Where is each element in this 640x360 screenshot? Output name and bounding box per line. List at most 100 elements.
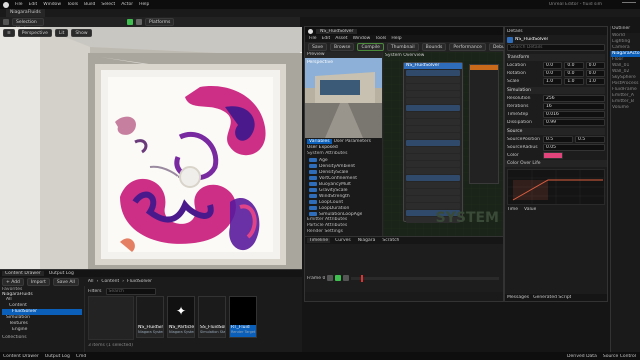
node-module-row[interactable] bbox=[406, 203, 460, 209]
detail-value-field[interactable]: 0.0 bbox=[564, 69, 584, 77]
node-module-row[interactable] bbox=[406, 196, 460, 202]
node-module-row[interactable] bbox=[406, 147, 460, 153]
project-tab[interactable]: NiagaraFluids bbox=[6, 9, 45, 17]
level-viewport[interactable]: ≡ Perspective Lit Show bbox=[0, 27, 302, 269]
detail-value-field[interactable]: 1.0 bbox=[564, 77, 584, 85]
detail-value-field[interactable]: 0.0 bbox=[585, 61, 605, 69]
breadcrumb-item[interactable]: All bbox=[88, 279, 94, 284]
niagara-thumbnail-button[interactable]: Thumbnail bbox=[386, 43, 419, 51]
menu-item-help[interactable]: Help bbox=[139, 2, 149, 7]
timeline-tab-0[interactable]: Timeline bbox=[307, 238, 331, 243]
asset-tile[interactable]: SS_FluidSolverSimulation Stage bbox=[198, 296, 226, 338]
status-left-item[interactable]: Cmd bbox=[76, 354, 86, 359]
node-module-row[interactable] bbox=[406, 154, 460, 160]
unreal-logo-icon[interactable] bbox=[3, 1, 9, 8]
breadcrumb-item[interactable]: Content bbox=[101, 279, 119, 284]
niagara-menu-tools[interactable]: Tools bbox=[375, 36, 386, 41]
curve-editor[interactable] bbox=[507, 169, 606, 205]
detail-value-field[interactable]: 0.0 bbox=[543, 61, 563, 69]
outliner-item[interactable]: Volume bbox=[611, 105, 640, 111]
asset-tile[interactable]: NS_FluidSimNiagara System bbox=[136, 296, 164, 338]
menu-item-actor[interactable]: Actor bbox=[121, 2, 133, 7]
window-controls[interactable] bbox=[622, 2, 636, 7]
viewport-lit-button[interactable]: Lit bbox=[54, 29, 69, 37]
node-module-row[interactable] bbox=[406, 161, 460, 167]
niagara-menu-help[interactable]: Help bbox=[391, 36, 401, 41]
node-module-row[interactable] bbox=[406, 98, 460, 104]
node-module-row[interactable] bbox=[406, 133, 460, 139]
niagara-menu-file[interactable]: File bbox=[309, 36, 317, 41]
stop-icon[interactable] bbox=[136, 19, 142, 25]
niagara-preview-viewport[interactable]: Perspective bbox=[305, 58, 382, 138]
status-right-item[interactable]: Source Control bbox=[603, 354, 636, 359]
node-module-row[interactable] bbox=[406, 105, 460, 111]
curve-section-title[interactable]: Color Over Life bbox=[505, 160, 607, 167]
menu-item-build[interactable]: Build bbox=[84, 2, 95, 7]
node-module-row[interactable] bbox=[406, 119, 460, 125]
node-module-row[interactable] bbox=[406, 70, 460, 76]
node-module-row[interactable] bbox=[406, 189, 460, 195]
node-module-row[interactable] bbox=[406, 84, 460, 90]
menu-item-file[interactable]: File bbox=[15, 2, 23, 7]
menu-item-tools[interactable]: Tools bbox=[67, 2, 78, 7]
detail-value-field[interactable]: 0.05 bbox=[543, 143, 605, 151]
timeline-tab-3[interactable]: Scratch bbox=[380, 238, 401, 243]
save-all-button[interactable]: Save All bbox=[52, 277, 79, 286]
menu-item-edit[interactable]: Edit bbox=[29, 2, 38, 7]
detail-value-field[interactable]: 0.5 bbox=[575, 135, 605, 143]
menu-item-select[interactable]: Select bbox=[101, 2, 115, 7]
niagara-performance-button[interactable]: Performance bbox=[449, 43, 486, 51]
graph-tab[interactable]: System Overview bbox=[385, 53, 424, 58]
emitter-node[interactable] bbox=[469, 64, 499, 184]
timeline-scrubber[interactable] bbox=[361, 274, 364, 282]
system-node[interactable]: NS_FluidSolver bbox=[403, 62, 463, 223]
tree-item[interactable]: Engine bbox=[2, 327, 82, 333]
outliner-title[interactable]: Outliner bbox=[611, 26, 640, 33]
detail-value-field[interactable]: 256 bbox=[543, 94, 605, 102]
viewport-show-button[interactable]: Show bbox=[71, 29, 92, 37]
niagara-browse-button[interactable]: Browse bbox=[330, 43, 355, 51]
details-title[interactable]: Details bbox=[507, 29, 523, 34]
timeline-tab-2[interactable]: Niagara bbox=[356, 238, 378, 243]
node-module-row[interactable] bbox=[406, 91, 460, 97]
stop-preview-icon[interactable] bbox=[343, 275, 350, 281]
import-button[interactable]: Import bbox=[26, 277, 50, 286]
detail-value-field[interactable]: 1.0 bbox=[543, 77, 563, 85]
cb-tab-0[interactable]: Content Drawer bbox=[2, 271, 44, 276]
node-module-row[interactable] bbox=[406, 126, 460, 132]
to-start-icon[interactable] bbox=[327, 275, 334, 281]
params-tab-user[interactable]: User Parameters bbox=[334, 139, 371, 144]
node-module-row[interactable] bbox=[406, 140, 460, 146]
node-module-row[interactable] bbox=[406, 175, 460, 181]
node-module-row[interactable] bbox=[406, 182, 460, 188]
timeline-tab-1[interactable]: Curves bbox=[333, 238, 353, 243]
breadcrumb-item[interactable]: FluidSolver bbox=[127, 279, 152, 284]
detail-value-field[interactable]: 0.0 bbox=[564, 61, 584, 69]
node-module-row[interactable] bbox=[406, 168, 460, 174]
status-left-item[interactable]: Output Log bbox=[45, 354, 70, 359]
niagara-menu-asset[interactable]: Asset bbox=[335, 36, 347, 41]
detail-value-field[interactable]: 0.99 bbox=[543, 118, 605, 126]
status-left-item[interactable]: Content Drawer bbox=[3, 354, 39, 359]
niagara-menu-edit[interactable]: Edit bbox=[322, 36, 331, 41]
niagara-compile-button[interactable]: Compile bbox=[357, 43, 384, 51]
detail-value-field[interactable]: 0.5 bbox=[543, 135, 573, 143]
detail-section-header[interactable]: Source bbox=[507, 128, 605, 135]
detail-value-field[interactable]: 0.0 bbox=[543, 69, 563, 77]
detail-section-header[interactable]: Transform bbox=[507, 54, 605, 61]
system-overview-graph[interactable]: System Overview NS_FluidSolver SYSTEM bbox=[383, 52, 503, 236]
detail-value-field[interactable]: 1.0 bbox=[585, 77, 605, 85]
filters-button[interactable]: Filters bbox=[88, 289, 102, 294]
niagara-menu-window[interactable]: Window bbox=[353, 36, 371, 41]
save-icon[interactable] bbox=[3, 19, 9, 25]
platforms-dropdown[interactable]: Platforms bbox=[145, 18, 175, 26]
detail-value-field[interactable]: 0.0 bbox=[585, 69, 605, 77]
niagara-save-button[interactable]: Save bbox=[308, 43, 328, 51]
detail-value-field[interactable]: 0.016 bbox=[543, 110, 605, 118]
viewport-menu-button[interactable]: ≡ bbox=[3, 29, 15, 37]
menu-item-window[interactable]: Window bbox=[43, 2, 61, 7]
mode-dropdown[interactable]: Selection Mode bbox=[12, 18, 44, 32]
cb-tab-1[interactable]: Output Log bbox=[46, 271, 77, 276]
color-swatch[interactable] bbox=[543, 151, 563, 159]
details-search-input[interactable]: Search Details bbox=[507, 44, 605, 51]
